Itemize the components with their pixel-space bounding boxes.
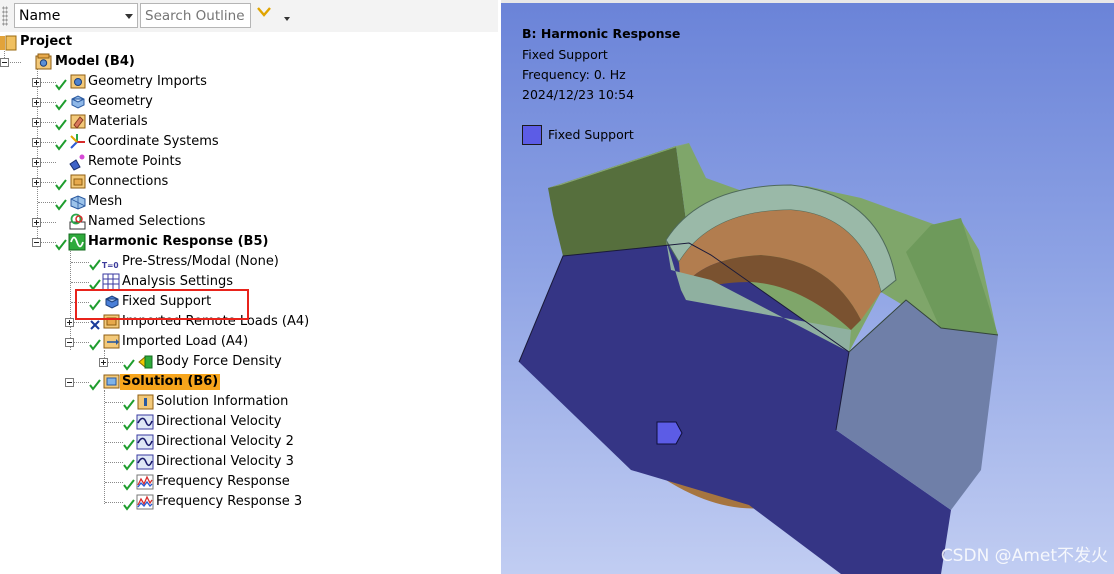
status-check-icon	[55, 199, 67, 211]
expander-named-selections[interactable]	[32, 218, 41, 227]
name-filter-value: Name	[19, 8, 61, 24]
annotation-highlight-box	[75, 289, 249, 320]
watermark-text: CSDN @Amet不发火	[940, 546, 1108, 566]
expander-materials[interactable]	[32, 118, 41, 127]
imported-load-icon	[102, 333, 120, 351]
viewport-title: B: Harmonic Response	[522, 26, 681, 41]
materials-icon	[68, 113, 86, 131]
status-check-icon	[123, 359, 135, 371]
status-check-icon	[89, 259, 101, 271]
frequency-response-icon	[136, 473, 154, 491]
model-icon	[35, 53, 53, 71]
mesh-icon	[68, 193, 86, 211]
toolbar-menu-arrow-icon[interactable]	[284, 17, 290, 21]
status-check-icon	[55, 179, 67, 191]
viewport-subtitle: Fixed Support	[522, 47, 608, 62]
toolbar-grip[interactable]	[2, 6, 8, 26]
body-force-density-icon	[136, 353, 154, 371]
expander-body-force-density[interactable]	[99, 358, 108, 367]
tree-label-materials: Materials	[88, 114, 148, 129]
tree-label-solution: Solution (B6)	[120, 374, 221, 390]
outline-toolbar: Name	[0, 0, 498, 32]
status-error-icon	[90, 320, 100, 330]
tree-label-geometry-imports: Geometry Imports	[88, 74, 207, 89]
tree-label-mesh: Mesh	[88, 194, 123, 209]
harmonic-response-icon	[68, 233, 86, 251]
project-icon	[0, 33, 18, 51]
tree-label-harmonic-response: Harmonic Response (B5)	[88, 234, 269, 249]
status-check-icon	[123, 399, 135, 411]
tree-label-named-selections: Named Selections	[88, 214, 206, 229]
status-check-icon	[123, 419, 135, 431]
expander-coordinate-systems[interactable]	[32, 138, 41, 147]
named-selections-icon	[68, 213, 86, 231]
tree-label-project: Project	[20, 34, 73, 49]
tree-label-remote-points: Remote Points	[88, 154, 182, 169]
status-check-icon	[55, 79, 67, 91]
tree-label-frequency-response-3: Frequency Response 3	[156, 494, 303, 509]
tree-label-frequency-response: Frequency Response	[156, 474, 290, 489]
tree-label-connections: Connections	[88, 174, 169, 189]
tree-label-directional-velocity-3: Directional Velocity 3	[156, 454, 294, 469]
expander-geometry[interactable]	[32, 98, 41, 107]
viewport-frequency: Frequency: 0. Hz	[522, 67, 626, 82]
tree-label-directional-velocity: Directional Velocity	[156, 414, 282, 429]
status-check-icon	[89, 339, 101, 351]
status-check-icon	[123, 439, 135, 451]
tree-label-analysis-settings: Analysis Settings	[122, 274, 234, 289]
solution-icon	[102, 373, 120, 391]
expander-remote-points[interactable]	[32, 158, 41, 167]
tree-label-pre-stress: Pre-Stress/Modal (None)	[122, 254, 279, 269]
frequency-response-3-icon	[136, 493, 154, 511]
coordinate-systems-icon	[68, 133, 86, 151]
outline-panel: Name Search Outline Project Model (B4) G…	[0, 0, 498, 574]
name-filter-select[interactable]: Name	[14, 3, 138, 28]
viewport-timestamp: 2024/12/23 10:54	[522, 87, 635, 102]
directional-velocity-2-icon	[136, 433, 154, 451]
expander-geometry-imports[interactable]	[32, 78, 41, 87]
status-check-icon	[89, 379, 101, 391]
status-check-icon	[55, 119, 67, 131]
legend-swatch-fixed-support	[522, 125, 542, 145]
dropdown-arrow-icon	[125, 14, 133, 19]
tree-label-coordinate-systems: Coordinate Systems	[88, 134, 219, 149]
directional-velocity-3-icon	[136, 453, 154, 471]
tree-label-imported-load: Imported Load (A4)	[122, 334, 249, 349]
tree-label-directional-velocity-2: Directional Velocity 2	[156, 434, 294, 449]
expander-imported-remote-loads[interactable]	[65, 318, 74, 327]
status-check-icon	[55, 99, 67, 111]
tree-label-solution-information: Solution Information	[156, 394, 289, 409]
tree-label-body-force-density: Body Force Density	[156, 354, 282, 369]
search-outline-input[interactable]	[140, 3, 251, 28]
directional-velocity-icon	[136, 413, 154, 431]
status-check-icon	[55, 139, 67, 151]
fixed-support-marker[interactable]	[656, 421, 683, 445]
graphics-viewport[interactable]: B: Harmonic Response Fixed Support Frequ…	[501, 0, 1114, 574]
remote-points-icon	[68, 153, 86, 171]
connections-icon	[68, 173, 86, 191]
expander-harmonic-response[interactable]	[32, 238, 41, 247]
tree-label-model: Model (B4)	[55, 54, 135, 69]
solution-information-icon	[136, 393, 154, 411]
expander-solution[interactable]	[65, 378, 74, 387]
expander-connections[interactable]	[32, 178, 41, 187]
pre-stress-icon: T=0	[102, 253, 120, 271]
status-check-icon	[123, 499, 135, 511]
status-check-icon	[123, 479, 135, 491]
geometry-imports-icon	[68, 73, 86, 91]
status-check-icon	[123, 459, 135, 471]
tree-label-geometry: Geometry	[88, 94, 153, 109]
expander-imported-load[interactable]	[65, 338, 74, 347]
prestress-badge-text: T=0	[102, 261, 119, 270]
expand-chevron-icon[interactable]	[257, 6, 271, 18]
expander-model[interactable]	[0, 58, 9, 67]
status-check-icon	[55, 239, 67, 251]
legend-label-fixed-support: Fixed Support	[548, 127, 634, 142]
geometry-icon	[68, 93, 86, 111]
